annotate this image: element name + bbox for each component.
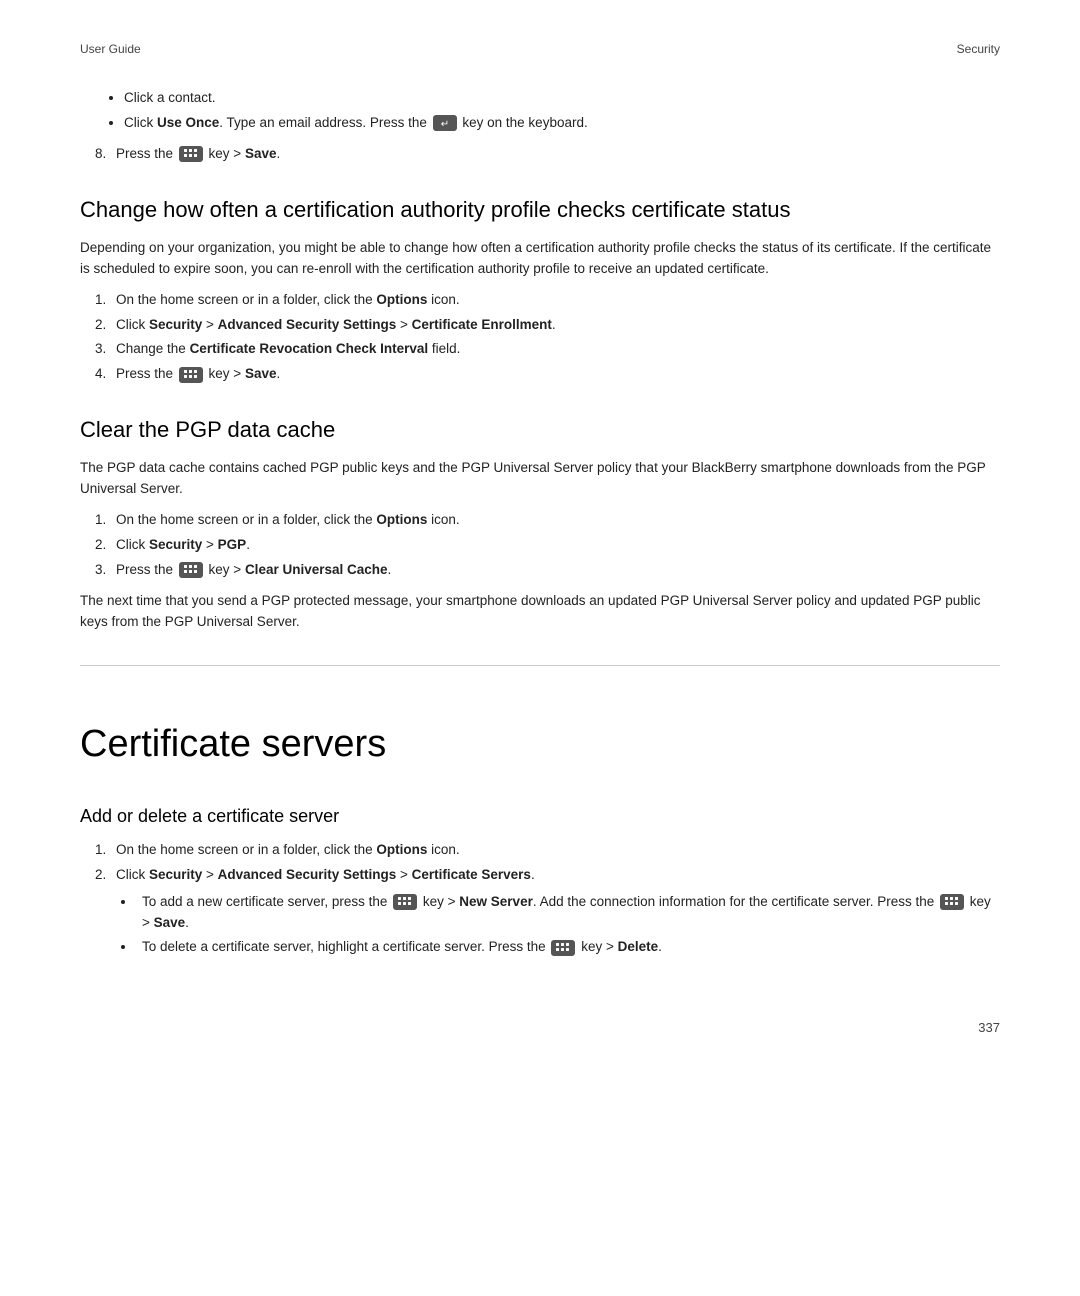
bold-text: Save [245,366,277,381]
bold-text: Save [154,915,186,930]
enter-key-icon: ↵ [433,115,457,131]
top-bullets-section: Click a contact. Click Use Once. Type an… [80,88,1000,165]
bold-text: Delete [618,939,659,954]
bold-text: Security [149,867,202,882]
section-cert-server: Add or delete a certificate server On th… [80,803,1000,959]
menu-key-icon [179,562,203,578]
menu-key-icon [179,367,203,383]
menu-key-icon [393,894,417,910]
menu-key-icon [551,940,575,956]
bold-text: Certificate Revocation Check Interval [190,341,429,356]
chapter-title: Certificate servers [80,706,1000,773]
header-left: User Guide [80,40,141,58]
bold-text: PGP [218,537,247,552]
step-list: Press the key > Save. [110,144,1000,165]
step-item: Press the key > Save. [110,364,1000,385]
bold-text: New Server [459,894,533,909]
section3-steps: On the home screen or in a folder, click… [110,840,1000,959]
step-item: On the home screen or in a folder, click… [110,510,1000,531]
bold-text: Advanced Security Settings [218,317,397,332]
bold-text: Security [149,537,202,552]
section1-steps: On the home screen or in a folder, click… [110,290,1000,386]
step-item: On the home screen or in a folder, click… [110,840,1000,861]
bold-text: Advanced Security Settings [218,867,397,882]
bold-text: Security [149,317,202,332]
top-bullet-list: Click a contact. Click Use Once. Type an… [124,88,1000,134]
section-divider [80,665,1000,666]
section2-steps: On the home screen or in a folder, click… [110,510,1000,581]
menu-key-icon [179,146,203,162]
step-item: Click Security > PGP. [110,535,1000,556]
bold-text: Options [376,842,427,857]
step-item: On the home screen or in a folder, click… [110,290,1000,311]
step-item: Click Security > Advanced Security Setti… [110,865,1000,959]
step-item: Press the key > Save. [110,144,1000,165]
header-right: Security [957,40,1000,58]
section1-title: Change how often a certification authori… [80,193,1000,226]
step-item: Press the key > Clear Universal Cache. [110,560,1000,581]
page-header: User Guide Security [80,40,1000,58]
bold-text: Clear Universal Cache [245,562,388,577]
section-pgp-cache: Clear the PGP data cache The PGP data ca… [80,413,1000,632]
svg-text:↵: ↵ [440,119,448,130]
section-cert-authority: Change how often a certification authori… [80,193,1000,386]
bullet-item: Click a contact. [124,88,1000,109]
section2-title: Clear the PGP data cache [80,413,1000,446]
bold-text: Use Once [157,115,219,130]
section2-footer: The next time that you send a PGP protec… [80,591,1000,633]
bold-text: Options [376,512,427,527]
section3-bullets: To add a new certificate server, press t… [136,892,1000,959]
page-footer: 337 [80,1018,1000,1038]
step-item: Change the Certificate Revocation Check … [110,339,1000,360]
section2-description: The PGP data cache contains cached PGP p… [80,458,1000,500]
bold-text: Certificate Servers [412,867,531,882]
page-number: 337 [978,1018,1000,1038]
bold-text: Options [376,292,427,307]
section3-title: Add or delete a certificate server [80,803,1000,830]
bullet-item: To delete a certificate server, highligh… [136,937,1000,958]
bold-text: Certificate Enrollment [412,317,552,332]
menu-key-icon [940,894,964,910]
step-item: Click Security > Advanced Security Setti… [110,315,1000,336]
bullet-item: Click Use Once. Type an email address. P… [124,113,1000,134]
bullet-item: To add a new certificate server, press t… [136,892,1000,934]
bold-text: Save [245,146,277,161]
section1-description: Depending on your organization, you migh… [80,238,1000,280]
